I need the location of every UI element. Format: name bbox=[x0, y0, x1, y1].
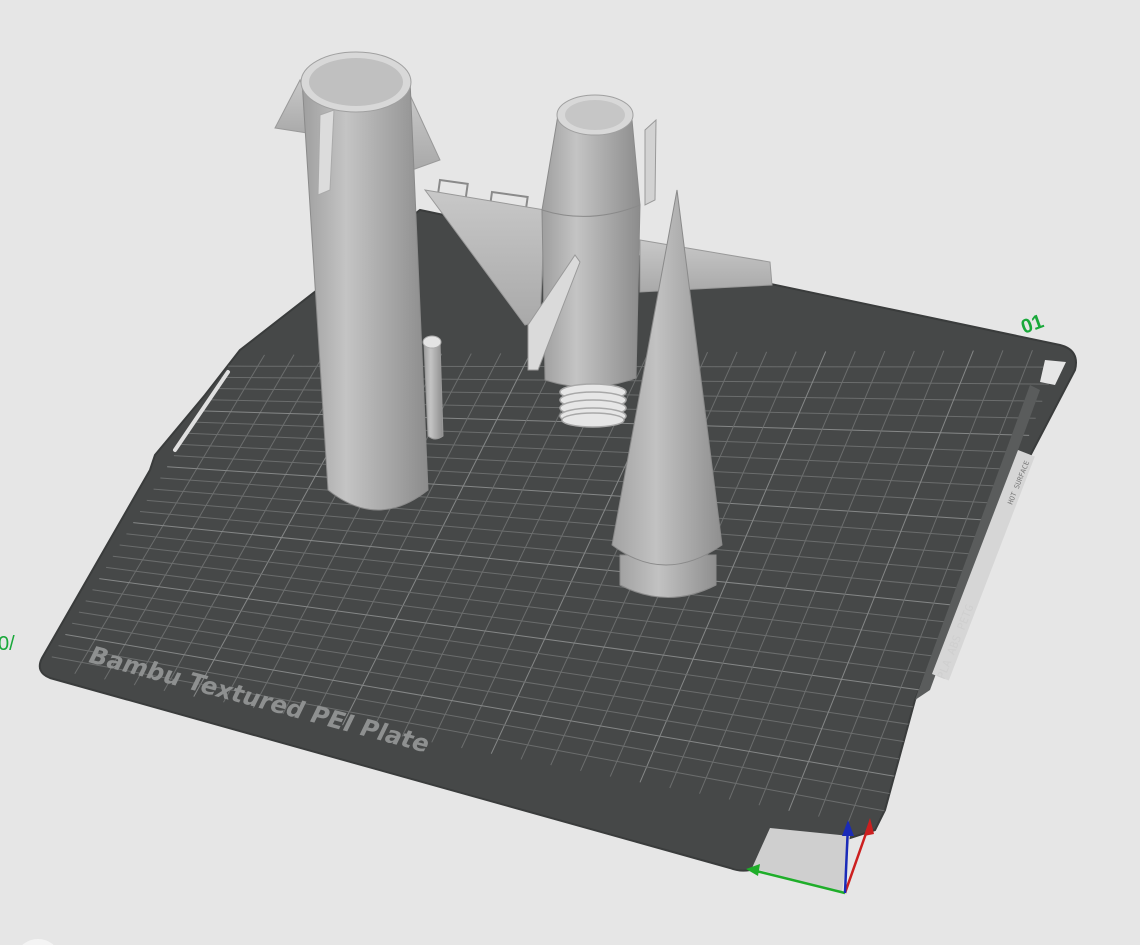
motor-mount-fin-top[interactable] bbox=[644, 118, 657, 206]
corner-indicator bbox=[22, 939, 54, 945]
scene-canvas[interactable]: Bambu Textured PEI Plate 01 PLA ABS PETG… bbox=[0, 0, 1140, 945]
body-tube-fin-right[interactable] bbox=[409, 94, 441, 171]
threaded-mount[interactable] bbox=[559, 383, 627, 428]
plate-number: 01 bbox=[1018, 310, 1046, 338]
body-tube-opening bbox=[309, 58, 403, 106]
edge-marker: 0/ bbox=[0, 633, 15, 655]
3d-viewport[interactable]: Bambu Textured PEI Plate 01 PLA ABS PETG… bbox=[0, 0, 1140, 945]
motor-mount-opening bbox=[565, 100, 625, 130]
